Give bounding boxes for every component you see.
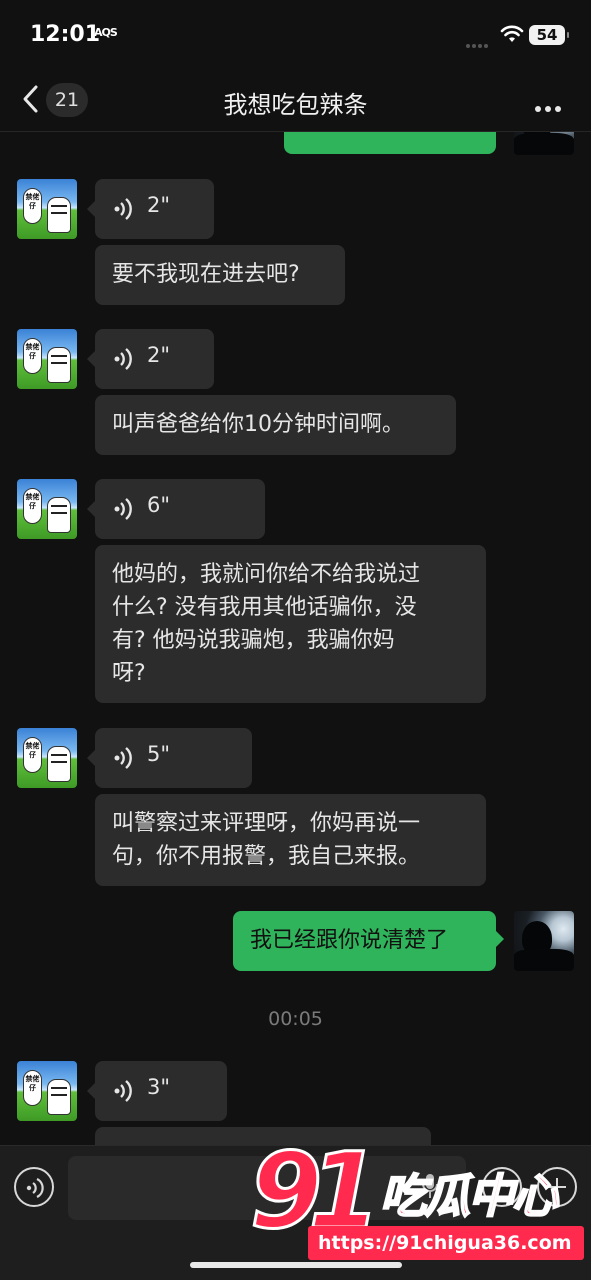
voice-wave-icon [114, 498, 132, 520]
avatar-sign: 禁佬仔 [23, 338, 42, 374]
message-line: 他妈的，我就问你给不给我说过 [112, 562, 421, 587]
message-transcript[interactable]: 他妈的，我就问你给不给我说过 什么? 没有我用其他话骗你，没 有? 他妈说我骗炮… [95, 545, 486, 703]
home-indicator [190, 1262, 402, 1268]
voice-duration: 5" [147, 742, 171, 766]
voice-duration: 6" [147, 493, 171, 517]
message-line: 句，你不用报警，我自己来报。 [112, 844, 421, 869]
voice-duration: 2" [147, 343, 171, 367]
more-actions-button[interactable] [537, 1167, 577, 1207]
message-text: 叫声爸爸给你10分钟时间啊。 [112, 412, 404, 437]
voice-wave-icon [114, 198, 132, 220]
message-transcript[interactable]: 叫警察过来评理呀，你妈再说一 句，你不用报警，我自己来报。 [95, 794, 486, 886]
input-bar [0, 1145, 591, 1280]
microphone-icon[interactable] [422, 1172, 438, 1200]
voice-duration: 3" [147, 1075, 171, 1099]
voice-message[interactable]: 3" [87, 1061, 227, 1121]
contact-avatar[interactable]: 禁佬仔 [17, 1061, 77, 1121]
avatar-sign: 禁佬仔 [23, 488, 42, 524]
message-line: 呀? [112, 661, 146, 686]
avatar-sign: 禁佬仔 [23, 1070, 42, 1106]
avatar-sign: 禁佬仔 [23, 188, 42, 224]
message-text: 我已经跟你说清楚了 [250, 928, 449, 953]
more-options-icon[interactable] [535, 97, 565, 112]
contact-avatar[interactable]: 禁佬仔 [17, 329, 77, 389]
message-text: 要不我现在进去吧? [112, 262, 300, 287]
contact-avatar[interactable]: 禁佬仔 [17, 179, 77, 239]
message-transcript-partial[interactable] [95, 1127, 431, 1145]
my-avatar[interactable] [514, 911, 574, 971]
voice-message[interactable]: 5" [87, 728, 252, 788]
message-line: 叫警察过来评理呀，你妈再说一 [112, 811, 421, 836]
message-outgoing[interactable]: 我已经跟你说清楚了 [233, 911, 504, 971]
message-input[interactable] [68, 1156, 466, 1220]
voice-message[interactable]: 6" [87, 479, 265, 539]
voice-message[interactable]: 2" [87, 179, 214, 239]
voice-wave-icon [114, 348, 132, 370]
voice-message[interactable]: 2" [87, 329, 214, 389]
message-line: 什么? 没有我用其他话骗你，没 [112, 595, 417, 620]
voice-wave-icon [26, 1178, 44, 1198]
message-transcript[interactable]: 要不我现在进去吧? [95, 245, 345, 305]
message-timestamp: 00:05 [268, 1008, 323, 1030]
message-line: 有? 他妈说我骗炮，我骗你妈 [112, 628, 395, 653]
emoji-button[interactable] [482, 1167, 522, 1207]
chat-title: 我想吃包辣条 [223, 91, 368, 119]
avatar-sign: 禁佬仔 [23, 737, 42, 773]
voice-wave-icon [114, 747, 132, 769]
chat-header: 21 我想吃包辣条 [0, 70, 591, 132]
contact-avatar[interactable]: 禁佬仔 [17, 479, 77, 539]
message-transcript[interactable]: 叫声爸爸给你10分钟时间啊。 [95, 395, 456, 455]
contact-avatar[interactable]: 禁佬仔 [17, 728, 77, 788]
voice-wave-icon [114, 1080, 132, 1102]
voice-duration: 2" [147, 193, 171, 217]
voice-input-toggle[interactable] [14, 1167, 54, 1207]
chat-messages[interactable]: 你骗炮还有理了 禁佬仔 2" 要不我现在进去吧? 禁佬仔 2" 叫声爸爸给你10… [0, 0, 591, 1145]
